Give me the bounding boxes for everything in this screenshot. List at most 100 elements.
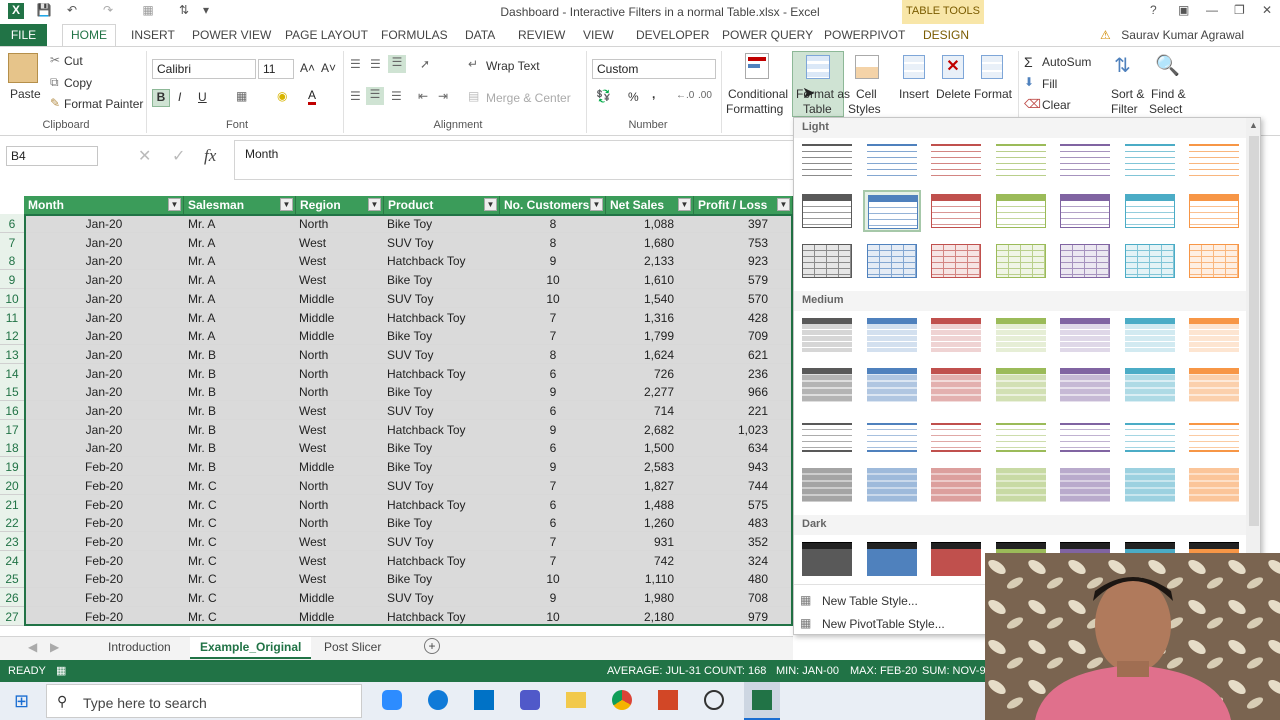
conditional-formatting-line2[interactable]: Formatting bbox=[726, 102, 783, 116]
cell-product[interactable]: Bike Toy bbox=[384, 457, 500, 477]
cell-region[interactable]: West bbox=[296, 251, 384, 271]
cell-customers[interactable]: 6 bbox=[500, 438, 606, 458]
cell-salesman[interactable]: Mr. C bbox=[184, 550, 296, 570]
cell-salesman[interactable]: Mr. A bbox=[184, 270, 296, 290]
help-icon[interactable]: ? bbox=[1150, 3, 1157, 17]
table-style-option[interactable] bbox=[1121, 190, 1179, 232]
cell-month[interactable]: Feb-20 bbox=[24, 569, 184, 589]
cell-profit-loss[interactable]: 579 bbox=[694, 270, 793, 290]
cell-net-sales[interactable]: 1,610 bbox=[606, 270, 694, 290]
cancel-icon[interactable]: ✕ bbox=[138, 146, 151, 166]
table-style-option[interactable] bbox=[798, 364, 856, 406]
cell-profit-loss[interactable]: 753 bbox=[694, 232, 793, 252]
cell-region[interactable]: West bbox=[296, 438, 384, 458]
table-style-option[interactable] bbox=[798, 140, 856, 182]
row-number[interactable]: 13 bbox=[0, 344, 24, 364]
table-style-option[interactable] bbox=[863, 190, 921, 232]
cell-salesman[interactable]: Mr. A bbox=[184, 214, 296, 233]
cell-customers[interactable]: 9 bbox=[500, 419, 606, 439]
orientation-icon[interactable]: ➚ bbox=[420, 57, 430, 71]
table-style-option[interactable] bbox=[1056, 314, 1114, 356]
cell-month[interactable]: Jan-20 bbox=[24, 438, 184, 458]
cell-profit-loss[interactable]: 634 bbox=[694, 438, 793, 458]
table-style-option[interactable] bbox=[1185, 314, 1243, 356]
delete-button[interactable]: Delete bbox=[936, 87, 971, 101]
ribbon-display-icon[interactable]: ▣ bbox=[1178, 3, 1189, 17]
number-format-combo[interactable]: Custom bbox=[592, 59, 716, 79]
cell-product[interactable]: SUV Toy bbox=[384, 588, 500, 607]
cell-salesman[interactable]: Mr. A bbox=[184, 232, 296, 252]
cell-profit-loss[interactable]: 352 bbox=[694, 531, 793, 551]
cell-product[interactable]: Bike Toy bbox=[384, 513, 500, 533]
cell-salesman[interactable]: Mr. C bbox=[184, 569, 296, 589]
cell-net-sales[interactable]: 714 bbox=[606, 401, 694, 420]
cell-net-sales[interactable]: 931 bbox=[606, 531, 694, 551]
cell-customers[interactable]: 8 bbox=[500, 214, 606, 233]
cell-net-sales[interactable]: 1,500 bbox=[606, 438, 694, 458]
table-style-option[interactable] bbox=[1056, 240, 1114, 282]
table-style-option[interactable] bbox=[1185, 364, 1243, 406]
cell-customers[interactable]: 7 bbox=[500, 550, 606, 570]
table-style-option[interactable] bbox=[992, 314, 1050, 356]
decrease-font-icon[interactable]: A˅ bbox=[321, 61, 336, 75]
scroll-up-icon[interactable]: ▲ bbox=[1249, 120, 1258, 130]
cut-button[interactable]: Cut bbox=[64, 54, 83, 68]
tab-review[interactable]: REVIEW bbox=[518, 28, 565, 42]
column-header-region[interactable]: Region ▼ bbox=[296, 196, 384, 214]
currency-icon[interactable]: 💱 bbox=[596, 89, 611, 103]
cell-product[interactable]: SUV Toy bbox=[384, 288, 500, 308]
cell-region[interactable]: West bbox=[296, 531, 384, 551]
align-middle-icon[interactable]: ☰ bbox=[370, 57, 381, 71]
cell-salesman[interactable]: Mr. B bbox=[184, 438, 296, 458]
cell-customers[interactable]: 7 bbox=[500, 475, 606, 495]
cell-customers[interactable]: 7 bbox=[500, 531, 606, 551]
new-pivot-style-item[interactable]: New PivotTable Style... bbox=[822, 617, 945, 631]
sheet-tab-introduction[interactable]: Introduction bbox=[108, 640, 171, 654]
filter-dropdown-icon[interactable]: ▼ bbox=[280, 198, 293, 211]
cell-month[interactable]: Jan-20 bbox=[24, 401, 184, 420]
tab-page-layout[interactable]: PAGE LAYOUT bbox=[285, 28, 368, 42]
autosum-button[interactable]: AutoSum bbox=[1042, 55, 1091, 69]
table-style-option[interactable] bbox=[927, 140, 985, 182]
paste-button[interactable]: Paste bbox=[10, 87, 41, 101]
cell-region[interactable]: North bbox=[296, 214, 384, 233]
cell-net-sales[interactable]: 1,799 bbox=[606, 326, 694, 346]
cell-profit-loss[interactable]: 708 bbox=[694, 588, 793, 607]
table-style-option[interactable] bbox=[863, 538, 921, 580]
cell-net-sales[interactable]: 2,180 bbox=[606, 606, 694, 626]
cell-salesman[interactable]: Mr. C bbox=[184, 606, 296, 626]
cell-salesman[interactable]: Mr. C bbox=[184, 475, 296, 495]
add-sheet-icon[interactable]: + bbox=[424, 638, 440, 654]
cell-profit-loss[interactable]: 483 bbox=[694, 513, 793, 533]
table-style-option[interactable] bbox=[863, 414, 921, 456]
table-style-option[interactable] bbox=[863, 314, 921, 356]
cell-net-sales[interactable]: 2,277 bbox=[606, 382, 694, 402]
cell-product[interactable]: Hatchback Toy bbox=[384, 363, 500, 383]
tab-power-query[interactable]: POWER QUERY bbox=[722, 28, 813, 42]
fill-color-icon[interactable]: ◉ bbox=[277, 89, 287, 103]
cell-product[interactable]: Bike Toy bbox=[384, 270, 500, 290]
cell-customers[interactable]: 10 bbox=[500, 606, 606, 626]
cell-customers[interactable]: 10 bbox=[500, 569, 606, 589]
cell-net-sales[interactable]: 1,260 bbox=[606, 513, 694, 533]
sort-filter-line2[interactable]: Filter bbox=[1111, 102, 1138, 116]
wrap-text-button[interactable]: Wrap Text bbox=[486, 59, 540, 73]
align-right-icon[interactable]: ☰ bbox=[391, 89, 402, 103]
cell-profit-loss[interactable]: 923 bbox=[694, 251, 793, 271]
tab-insert[interactable]: INSERT bbox=[131, 28, 175, 42]
row-number[interactable]: 22 bbox=[0, 513, 24, 533]
column-header-month[interactable]: Month ▼ bbox=[24, 196, 184, 214]
row-number[interactable]: 24 bbox=[0, 550, 24, 570]
cell-month[interactable]: Feb-20 bbox=[24, 475, 184, 495]
sheet-tab-example-original[interactable]: Example_Original bbox=[190, 637, 312, 659]
cell-net-sales[interactable]: 2,133 bbox=[606, 251, 694, 271]
cell-month[interactable]: Feb-20 bbox=[24, 494, 184, 514]
user-name[interactable]: Saurav Kumar Agrawal bbox=[1121, 28, 1244, 42]
row-number[interactable]: 10 bbox=[0, 288, 24, 308]
cell-profit-loss[interactable]: 709 bbox=[694, 326, 793, 346]
bold-button[interactable]: B bbox=[152, 89, 170, 107]
format-button[interactable]: Format bbox=[974, 87, 1012, 101]
table-style-option[interactable] bbox=[798, 314, 856, 356]
cell-salesman[interactable]: Mr. B bbox=[184, 419, 296, 439]
cell-region[interactable]: Middle bbox=[296, 326, 384, 346]
